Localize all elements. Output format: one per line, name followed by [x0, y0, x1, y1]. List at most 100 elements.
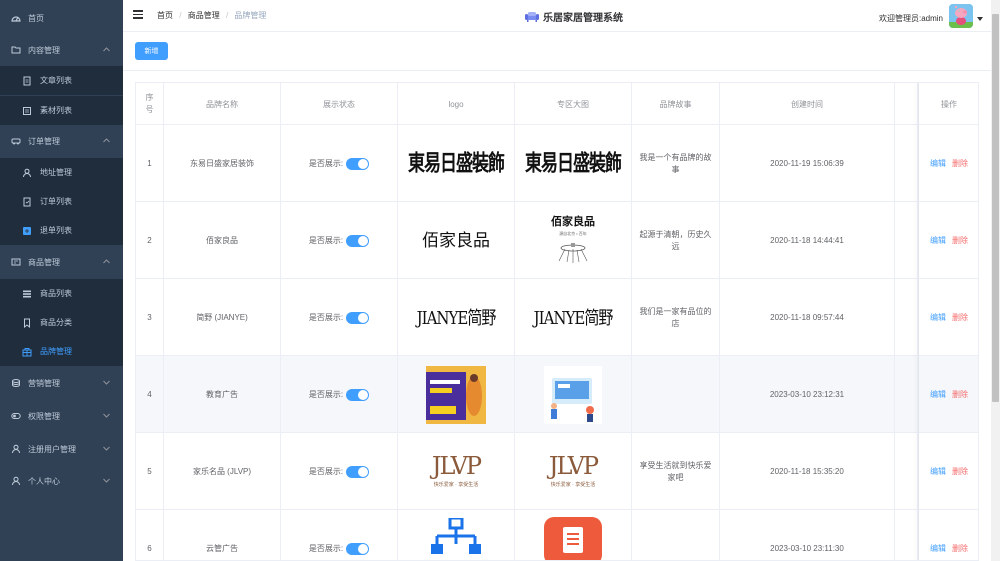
display-toggle[interactable] [346, 542, 370, 555]
display-switch-group: 是否展示: [309, 157, 370, 170]
column-header: 品牌故事 [632, 83, 720, 125]
welcome-text: 欢迎管理员:admin [879, 14, 944, 23]
column-header: 序号 [136, 83, 164, 125]
user-avatar[interactable] [949, 4, 973, 28]
brand-logo-image: JLVP 快乐爱家 · 享受生活 [431, 451, 482, 491]
fixed-column-divider [918, 83, 919, 560]
column-header: 展示状态 [281, 83, 398, 125]
table-row[interactable]: 6 云管广告 是否展示: 2023-03-10 23:11:30 编辑 删除 [136, 510, 978, 560]
switch-label: 是否展示: [308, 543, 344, 553]
cell-brand-name: 简野 (JIANYE) [164, 279, 281, 356]
sidebar-item-label: 订单管理 [28, 136, 60, 146]
jlvp-slogan: 快乐爱家 · 享受生活 [433, 481, 479, 488]
delete-link[interactable]: 删除 [952, 312, 968, 324]
cell-index: 2 [136, 202, 164, 279]
table-row[interactable]: 4 教育广告 是否展示: 2023-03-10 23:12:31 编辑 删除 [136, 356, 978, 433]
switch-label: 是否展示: [308, 466, 344, 476]
table-row[interactable]: 3 简野 (JIANYE) 是否展示: JIANYE简野 JIANYE简野 我们是一家有品… [136, 279, 978, 356]
breadcrumb-separator: / [179, 11, 182, 20]
cell-logo: JLVP 快乐爱家 · 享受生活 [398, 433, 515, 510]
edit-link[interactable]: 编辑 [930, 543, 946, 555]
sidebar-item-3[interactable]: 素材列表 [0, 96, 123, 125]
bookmark-icon [22, 318, 32, 328]
cell-display-status: 是否展示: [281, 202, 398, 279]
brand-logo-image: JIANYE简野 [416, 306, 497, 329]
jlvp-text: JLVP [431, 451, 482, 480]
display-switch-group: 是否展示: [309, 234, 370, 247]
cell-index: 5 [136, 433, 164, 510]
truck-icon [11, 136, 21, 146]
add-button[interactable]: 新增 [135, 42, 168, 60]
delete-link[interactable]: 删除 [952, 235, 968, 247]
table-row[interactable]: 1 东易日盛家居装饰 是否展示: 東易日盛裝飾 東易日盛裝飾 我是一个有品牌的故事 2020… [136, 125, 978, 202]
delete-link[interactable]: 删除 [952, 466, 968, 478]
divider [123, 70, 991, 71]
cell-brand-story [632, 356, 720, 433]
brand-logo-image: 東易日盛裝飾 [408, 150, 505, 177]
breadcrumb-home[interactable]: 首页 [157, 11, 173, 20]
breadcrumb-goods[interactable]: 商品管理 [188, 11, 220, 20]
switch-label: 是否展示: [308, 389, 344, 399]
sidebar-item-4[interactable]: 订单管理 [0, 126, 123, 156]
edit-link[interactable]: 编辑 [930, 466, 946, 478]
column-header: 专区大图 [515, 83, 632, 125]
sidebar-item-13[interactable]: 权限管理 [0, 401, 123, 431]
edit-link[interactable]: 编辑 [930, 389, 946, 401]
peppa-avatar-icon [949, 4, 973, 28]
sidebar-item-7[interactable]: 退单列表 [0, 216, 123, 245]
sidebar-item-2[interactable]: 文章列表 [0, 66, 123, 95]
sidebar-item-10[interactable]: 商品分类 [0, 308, 123, 337]
sidebar-item-14[interactable]: 注册用户管理 [0, 434, 123, 464]
cell-empty [895, 510, 918, 560]
display-toggle[interactable] [346, 234, 370, 247]
education-poster-image [426, 365, 486, 424]
cell-empty [895, 202, 918, 279]
display-toggle[interactable] [346, 388, 370, 401]
delete-link[interactable]: 删除 [952, 543, 968, 555]
sidebar-item-label: 退单列表 [40, 226, 72, 235]
scrollbar-thumb[interactable] [992, 14, 999, 402]
breadcrumb-current: 品牌管理 [234, 11, 267, 20]
cell-logo: 東易日盛裝飾 [398, 125, 515, 202]
chevron-icon [103, 413, 110, 420]
sidebar-item-8[interactable]: 商品管理 [0, 247, 123, 277]
chevron-icon [103, 446, 110, 453]
media-icon [22, 106, 32, 116]
table-row[interactable]: 5 家乐名品 (JLVP) 是否展示: JLVP 快乐爱家 · 享受生活 JLVP 快乐爱家… [136, 433, 978, 510]
sidebar-item-6[interactable]: 订单列表 [0, 187, 123, 216]
delete-link[interactable]: 删除 [952, 158, 968, 170]
display-toggle[interactable] [346, 157, 370, 170]
sidebar-item-0[interactable]: 首页 [0, 3, 123, 33]
cell-logo [398, 510, 515, 560]
sidebar-item-label: 注册用户管理 [28, 444, 76, 454]
jlvp-slogan: 快乐爱家 · 享受生活 [550, 481, 596, 488]
hamburger-icon[interactable] [133, 10, 143, 19]
chevron-icon [103, 380, 110, 387]
cell-display-status: 是否展示: [281, 279, 398, 356]
delete-link[interactable]: 删除 [952, 389, 968, 401]
user-icon [11, 476, 21, 486]
edit-link[interactable]: 编辑 [930, 312, 946, 324]
sidebar-item-11[interactable]: 品牌管理 [0, 337, 123, 366]
cell-brand-name: 家乐名品 (JLVP) [164, 433, 281, 510]
sidebar-item-label: 营销管理 [28, 378, 60, 388]
edit-link[interactable]: 编辑 [930, 235, 946, 247]
sidebar-item-label: 首页 [28, 13, 44, 23]
cell-actions: 编辑 删除 [918, 279, 978, 356]
sidebar-item-1[interactable]: 内容管理 [0, 35, 123, 65]
cell-brand-name: 教育广告 [164, 356, 281, 433]
table-row[interactable]: 2 佰家良品 是否展示: 佰家良品 佰家良品 源自北京 • 百年 起源于清朝，历史久远 202… [136, 202, 978, 279]
sidebar-item-5[interactable]: 地址管理 [0, 158, 123, 187]
display-toggle[interactable] [346, 311, 370, 324]
sidebar-item-15[interactable]: 个人中心 [0, 466, 123, 496]
sidebar-item-12[interactable]: 营销管理 [0, 368, 123, 398]
cell-banner [515, 510, 632, 560]
display-toggle[interactable] [346, 465, 370, 478]
cell-brand-story: 起源于清朝，历史久远 [632, 202, 720, 279]
caret-down-icon[interactable] [977, 17, 983, 21]
sidebar-item-label: 内容管理 [28, 45, 60, 55]
sidebar-item-9[interactable]: 商品列表 [0, 279, 123, 308]
switch-label: 是否展示: [308, 312, 344, 322]
edit-link[interactable]: 编辑 [930, 158, 946, 170]
brand-logo-image: 佰家良品 [422, 230, 490, 251]
